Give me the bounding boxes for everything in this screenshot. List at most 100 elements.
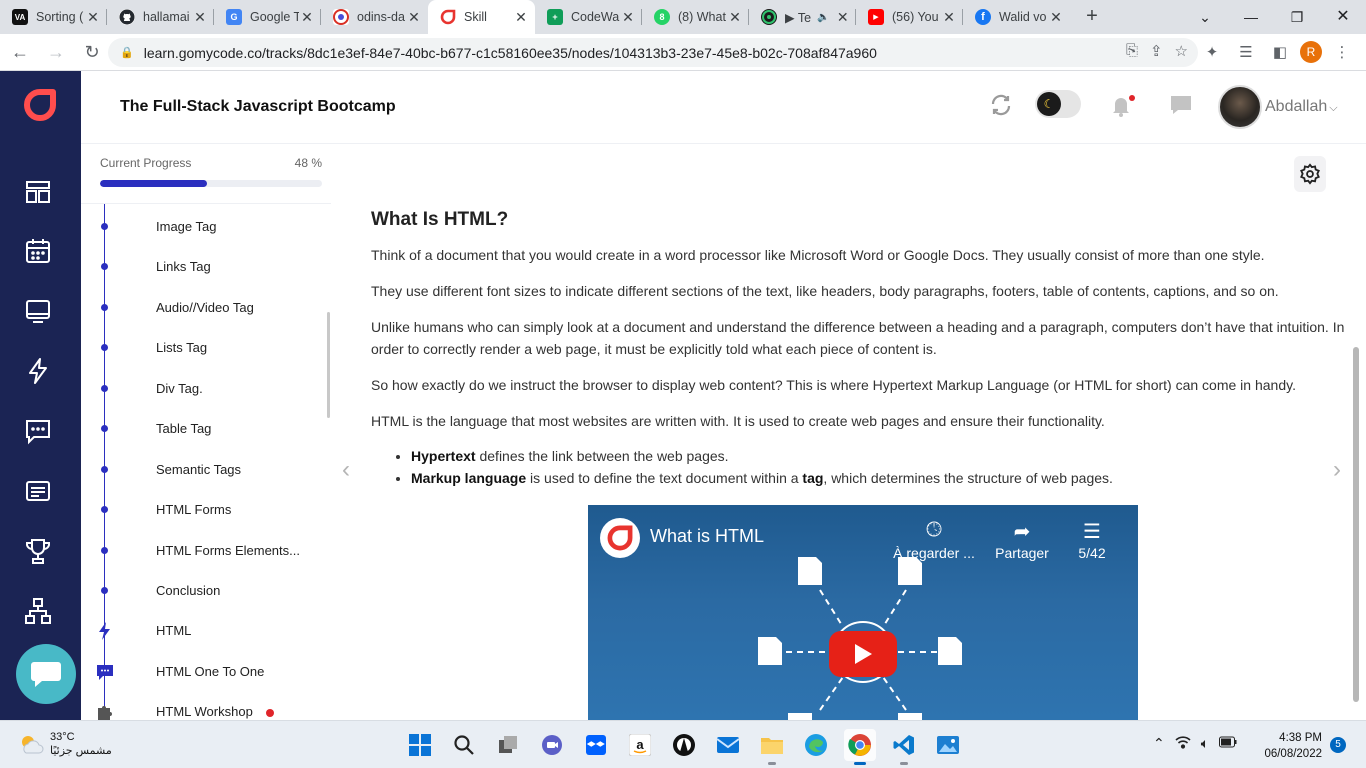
lesson-item[interactable]: Semantic Tags	[81, 452, 331, 488]
lesson-item[interactable]: Audio//Video Tag	[81, 290, 331, 326]
battery-icon[interactable]	[1219, 735, 1237, 752]
lightning-icon[interactable]	[24, 357, 52, 385]
close-tab-icon[interactable]: ✕	[192, 9, 208, 25]
close-tab-icon[interactable]: ✕	[620, 9, 636, 25]
next-arrow-icon[interactable]: ›	[1333, 456, 1341, 484]
photos-icon[interactable]	[932, 729, 964, 761]
forward-button[interactable]: →	[40, 36, 72, 68]
browser-tab[interactable]: odins-da ✕	[321, 0, 428, 34]
hierarchy-icon[interactable]	[24, 597, 52, 625]
windows-start-icon[interactable]	[404, 729, 436, 761]
weather-widget[interactable]: 33°C مشمس جزئيًا	[18, 730, 112, 758]
chat-icon[interactable]	[24, 417, 52, 445]
restore-button[interactable]: ❐	[1274, 0, 1320, 34]
speaker-icon[interactable]: 🔈	[817, 12, 829, 23]
task-view-icon[interactable]	[492, 729, 524, 761]
channel-logo[interactable]	[600, 518, 640, 558]
lesson-list-scrollbar[interactable]	[327, 312, 330, 418]
playlist-button[interactable]: ☰ 5/42	[1070, 519, 1114, 561]
notification-count-badge[interactable]: 5	[1330, 737, 1346, 753]
browser-tab[interactable]: f Walid vo ✕	[963, 0, 1070, 34]
reading-list-icon[interactable]: ☰	[1232, 37, 1260, 67]
minimize-button[interactable]: —	[1228, 0, 1274, 34]
refresh-icon[interactable]	[989, 93, 1013, 122]
browser-tab[interactable]: hallamai ✕	[107, 0, 214, 34]
address-bar[interactable]: 🔒 learn.gomycode.co/tracks/8dc1e3ef-84e7…	[108, 38, 1198, 67]
share-icon[interactable]: ⇪	[1150, 42, 1163, 60]
dashboard-icon[interactable]	[24, 178, 52, 206]
close-tab-icon[interactable]: ✕	[513, 9, 529, 25]
vscode-icon[interactable]	[888, 729, 920, 765]
file-explorer-icon[interactable]	[756, 729, 788, 765]
lesson-item[interactable]: Lists Tag	[81, 330, 331, 366]
video-title[interactable]: What is HTML	[650, 526, 764, 547]
close-tab-icon[interactable]: ✕	[406, 9, 422, 25]
lesson-item[interactable]: Links Tag	[81, 249, 331, 285]
laptop-icon[interactable]	[24, 297, 52, 325]
close-tab-icon[interactable]: ✕	[299, 9, 315, 25]
chevron-up-icon[interactable]: ⌃	[1153, 735, 1165, 752]
edge-icon[interactable]	[800, 729, 832, 761]
close-tab-icon[interactable]: ✕	[836, 9, 850, 25]
browser-tab[interactable]: G Google T ✕	[214, 0, 321, 34]
lesson-item[interactable]: Div Tag.	[81, 371, 331, 407]
reload-button[interactable]: ↻	[76, 36, 108, 68]
app-icon[interactable]	[668, 729, 700, 761]
new-tab-button[interactable]: +	[1078, 0, 1106, 34]
profile-avatar[interactable]: R	[1300, 41, 1322, 63]
lesson-item[interactable]: Table Tag	[81, 411, 331, 447]
youtube-video-embed[interactable]: What is HTML 🕓︎ À regarder ... ➦ Partage…	[588, 505, 1138, 720]
lesson-item[interactable]: HTML Forms Elements...	[81, 533, 331, 569]
dark-mode-toggle[interactable]: ☾	[1035, 90, 1081, 118]
user-avatar[interactable]	[1218, 85, 1262, 129]
side-panel-icon[interactable]: ◧	[1266, 37, 1294, 67]
browser-tab[interactable]: VA Sorting ( ✕	[0, 0, 107, 34]
close-tab-icon[interactable]: ✕	[1048, 9, 1064, 25]
mail-icon[interactable]	[712, 729, 744, 761]
close-window-button[interactable]: ✕	[1320, 0, 1366, 34]
lesson-item[interactable]: Conclusion	[81, 573, 331, 609]
settings-button[interactable]	[1294, 156, 1326, 192]
extensions-icon[interactable]: ✦	[1198, 37, 1226, 67]
previous-arrow-icon[interactable]: ‹	[342, 456, 350, 484]
browser-tab[interactable]: ▶ (56) You ✕	[856, 0, 963, 34]
browser-tab[interactable]: + CodeWa ✕	[535, 0, 642, 34]
gomycode-logo[interactable]	[22, 87, 58, 123]
close-tab-icon[interactable]: ✕	[727, 9, 743, 25]
menu-icon[interactable]: ⋮	[1328, 37, 1356, 67]
tab-search-icon[interactable]: ⌄	[1182, 0, 1228, 34]
translate-icon[interactable]: ⎘	[1126, 42, 1138, 60]
share-button[interactable]: ➦ Partager	[990, 519, 1054, 561]
close-tab-icon[interactable]: ✕	[85, 9, 101, 25]
lesson-item[interactable]: HTML Workshop	[81, 694, 331, 720]
lesson-item[interactable]: Image Tag	[81, 209, 331, 245]
document-icon[interactable]	[24, 477, 52, 505]
notification-bell-icon[interactable]	[1109, 93, 1135, 124]
support-chat-button[interactable]	[16, 644, 76, 704]
wifi-icon[interactable]	[1175, 735, 1191, 752]
amazon-icon[interactable]: a	[624, 729, 656, 761]
browser-tab-active[interactable]: Skill ✕	[428, 0, 535, 34]
url-text[interactable]: learn.gomycode.co/tracks/8dc1e3ef-84e7-4…	[144, 45, 877, 61]
calendar-icon[interactable]	[24, 237, 52, 265]
play-button[interactable]	[829, 631, 897, 677]
lesson-item[interactable]: HTML Forms	[81, 492, 331, 528]
dropbox-icon[interactable]	[580, 729, 612, 761]
lesson-item[interactable]: HTML One To One	[81, 654, 331, 690]
browser-tab[interactable]: ▶ Te 🔈 ✕	[749, 0, 856, 34]
volume-icon[interactable]: 🔈︎	[1201, 735, 1209, 752]
clock[interactable]: 4:38 PM 06/08/2022	[1258, 730, 1322, 762]
username-menu[interactable]: Abdallah ⌵	[1265, 98, 1338, 116]
lesson-item[interactable]: HTML	[81, 613, 331, 649]
bookmark-star-icon[interactable]: ☆	[1175, 42, 1188, 60]
teams-chat-icon[interactable]	[536, 729, 568, 761]
watch-later-button[interactable]: 🕓︎ À regarder ...	[892, 519, 976, 561]
search-icon[interactable]	[448, 729, 480, 761]
messages-icon[interactable]	[1169, 93, 1193, 122]
chrome-icon[interactable]	[844, 729, 876, 765]
lock-icon[interactable]: 🔒	[120, 46, 134, 59]
browser-tab[interactable]: 8 (8) What ✕	[642, 0, 749, 34]
trophy-icon[interactable]	[24, 537, 52, 565]
close-tab-icon[interactable]: ✕	[941, 9, 957, 25]
page-scrollbar[interactable]	[1353, 347, 1359, 702]
